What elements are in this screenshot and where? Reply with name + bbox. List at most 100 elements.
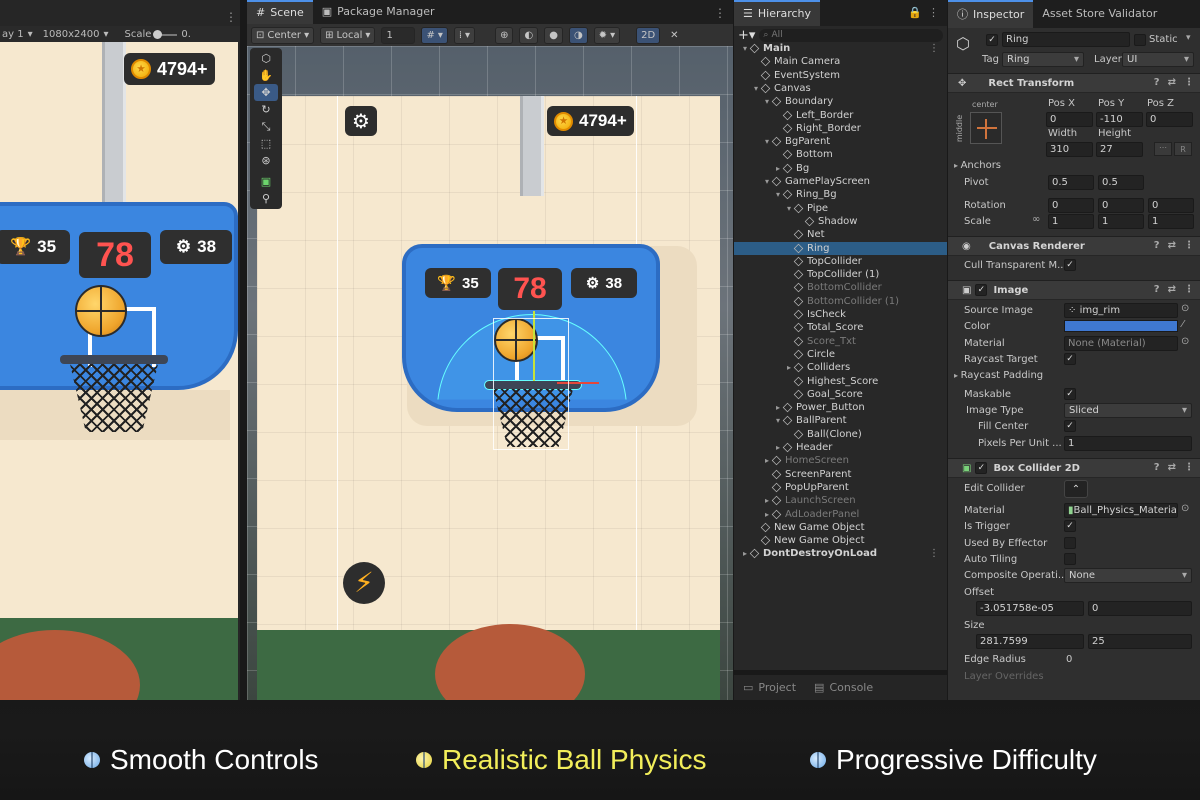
collider-material-field[interactable]: ▮Ball_Physics_Material	[1064, 503, 1178, 518]
foldout-arrow-icon[interactable]: ▾	[773, 416, 783, 425]
slider-knob[interactable]	[153, 29, 163, 39]
blueprint-mode-button[interactable]: ⋯	[1154, 142, 1172, 156]
hierarchy-item[interactable]: New Game Object	[734, 534, 947, 547]
hierarchy-item[interactable]: Main Camera	[734, 55, 947, 68]
hand-tool-button[interactable]: ✋	[254, 67, 278, 84]
canvas-renderer-header[interactable]: ◉ Canvas Renderer ? ⇄ ⋮	[948, 236, 1200, 256]
static-checkbox[interactable]	[1134, 34, 1146, 46]
hierarchy-item[interactable]: Ball(Clone)	[734, 428, 947, 441]
hierarchy-item[interactable]: Total_Score	[734, 321, 947, 334]
preset-icon[interactable]: ⇄	[1168, 284, 1176, 295]
object-picker-icon[interactable]: ⊙	[1181, 303, 1189, 314]
scene-canvas[interactable]: ⚙ 4794+ 🏆35 78 ⚙38 ⚡	[247, 46, 733, 700]
hierarchy-item[interactable]: ▸ LaunchScreen	[734, 494, 947, 507]
tab-console[interactable]: ▤ Console	[805, 675, 882, 700]
posz-field[interactable]: 0	[1146, 112, 1193, 127]
hierarchy-item[interactable]: Left_Border	[734, 109, 947, 122]
hierarchy-item[interactable]: New Game Object	[734, 521, 947, 534]
used-by-effector-checkbox[interactable]	[1064, 537, 1076, 549]
custom-tool-button[interactable]: ▣	[254, 173, 278, 190]
tab-scene[interactable]: # Scene	[247, 0, 313, 24]
scale-z-field[interactable]: 1	[1148, 214, 1194, 229]
raycast-padding-foldout[interactable]: ▸ Raycast Padding	[954, 370, 1043, 381]
foldout-arrow-icon[interactable]: ▾	[762, 97, 772, 106]
scale-tool-button[interactable]: ⤡	[254, 118, 278, 135]
offset-x-field[interactable]: -3.051758e-05	[976, 601, 1084, 616]
composite-dropdown[interactable]: None	[1064, 568, 1192, 583]
globe-button[interactable]: ⊕	[495, 26, 514, 44]
more-icon[interactable]: ⋮	[929, 548, 939, 559]
scale-x-field[interactable]: 1	[1048, 214, 1094, 229]
hierarchy-item[interactable]: ▾ Ring_Bg	[734, 188, 947, 201]
more-icon[interactable]: ⋮	[1184, 240, 1194, 251]
offset-y-field[interactable]: 0	[1088, 601, 1192, 616]
height-field[interactable]: 27	[1096, 142, 1143, 157]
posx-field[interactable]: 0	[1046, 112, 1093, 127]
preset-icon[interactable]: ⇄	[1168, 77, 1176, 88]
hierarchy-item[interactable]: ▸ Colliders	[734, 361, 947, 374]
hierarchy-item[interactable]: ▸ DontDestroyOnLoad ⋮	[734, 547, 947, 560]
box-collider-enabled-checkbox[interactable]: ✓	[975, 462, 988, 474]
draw-mode-button[interactable]: ◑	[568, 26, 588, 44]
pivot-dropdown[interactable]: ⊡ Center ▾	[251, 26, 315, 44]
is-trigger-checkbox[interactable]: ✓	[1064, 520, 1076, 532]
raycast-target-checkbox[interactable]: ✓	[1064, 353, 1076, 365]
layer-dropdown[interactable]: UI	[1122, 52, 1194, 67]
help-icon[interactable]: ?	[1154, 462, 1160, 473]
anchor-presets-button[interactable]	[970, 112, 1002, 144]
size-y-field[interactable]: 25	[1088, 634, 1192, 649]
hierarchy-item[interactable]: TopCollider	[734, 255, 947, 268]
power-button[interactable]: ⚡	[343, 562, 385, 604]
hierarchy-item[interactable]: ▸ Power_Button	[734, 401, 947, 414]
hierarchy-item[interactable]: TopCollider (1)	[734, 268, 947, 281]
tab-package-manager[interactable]: ▣ Package Manager	[313, 0, 444, 24]
link-icon[interactable]: ∞	[1032, 214, 1040, 225]
object-picker-icon[interactable]: ⊙	[1181, 336, 1189, 347]
foldout-arrow-icon[interactable]: ▸	[784, 363, 794, 372]
hierarchy-item[interactable]: Score_Txt	[734, 335, 947, 348]
pivot-x-field[interactable]: 0.5	[1048, 175, 1094, 190]
tag-dropdown[interactable]: Ring	[1002, 52, 1084, 67]
foldout-arrow-icon[interactable]: ▸	[740, 549, 750, 558]
foldout-arrow-icon[interactable]: ▸	[773, 443, 783, 452]
add-object-button[interactable]: +▾	[738, 28, 755, 43]
hierarchy-item[interactable]: BottomCollider (1)	[734, 295, 947, 308]
hierarchy-item[interactable]: ▸ AdLoaderPanel	[734, 508, 947, 521]
hierarchy-item[interactable]: ▾ Main ⋮	[734, 42, 947, 55]
foldout-arrow-icon[interactable]: ▸	[762, 496, 772, 505]
more-icon[interactable]: ⋮	[928, 6, 939, 19]
box-collider-header[interactable]: ▣ ✓ Box Collider 2D ? ⇄ ⋮	[948, 458, 1200, 478]
image-header[interactable]: ▣ ✓ Image ? ⇄ ⋮	[948, 280, 1200, 300]
hierarchy-item[interactable]: ▾ BgParent	[734, 135, 947, 148]
hierarchy-item[interactable]: IsCheck	[734, 308, 947, 321]
foldout-arrow-icon[interactable]: ▸	[773, 403, 783, 412]
scale-y-field[interactable]: 1	[1098, 214, 1144, 229]
foldout-arrow-icon[interactable]: ▾	[762, 177, 772, 186]
material-field[interactable]: None (Material)	[1064, 336, 1178, 351]
move-tool-button[interactable]: ✥	[254, 84, 278, 101]
more-icon[interactable]: ⋮	[1184, 462, 1194, 473]
ppu-field[interactable]: 1	[1064, 436, 1192, 451]
hierarchy-item[interactable]: ▾ Pipe	[734, 202, 947, 215]
eyedropper-icon[interactable]: ⁄	[1182, 319, 1184, 330]
space-dropdown[interactable]: ⊞ Local ▾	[320, 26, 376, 44]
lighting-button[interactable]: ✹ ▾	[593, 26, 621, 44]
rotation-z-field[interactable]: 0	[1148, 198, 1194, 213]
width-field[interactable]: 310	[1046, 142, 1093, 157]
size-x-field[interactable]: 281.7599	[976, 634, 1084, 649]
active-checkbox[interactable]: ✓	[986, 34, 998, 46]
display-dropdown[interactable]: ay 1 ▾	[2, 29, 33, 40]
fill-center-checkbox[interactable]: ✓	[1064, 420, 1076, 432]
rect-tool-button[interactable]: ⬚	[254, 135, 278, 152]
snap-increment-field[interactable]: 1	[381, 26, 416, 44]
hierarchy-item[interactable]: Right_Border	[734, 122, 947, 135]
hierarchy-item[interactable]: Goal_Score	[734, 388, 947, 401]
foldout-arrow-icon[interactable]: ▾	[740, 44, 750, 53]
shading-button[interactable]: ◐	[519, 26, 539, 44]
more-icon[interactable]: ⋮	[1184, 284, 1194, 295]
more-icon[interactable]: ⋮	[1184, 77, 1194, 88]
more-icon[interactable]: ⋮	[929, 43, 939, 54]
anchors-foldout[interactable]: ▸ Anchors	[954, 160, 1001, 171]
source-image-field[interactable]: ⁘ img_rim	[1064, 303, 1178, 318]
auto-tiling-checkbox[interactable]	[1064, 553, 1076, 565]
